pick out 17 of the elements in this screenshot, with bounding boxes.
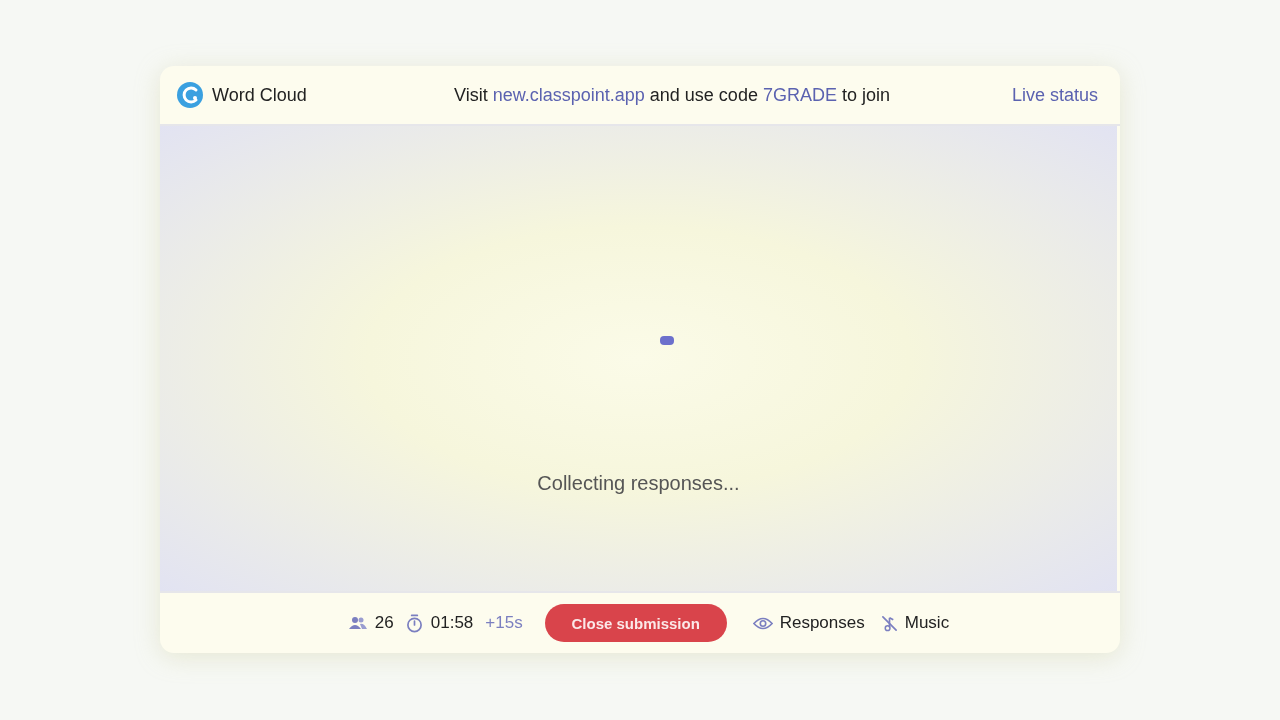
music-button[interactable]: Music (876, 613, 954, 633)
music-off-icon (880, 614, 898, 632)
extra-time-button[interactable]: +15s (485, 613, 523, 633)
join-link[interactable]: new.classpoint.app (492, 84, 645, 105)
participant-count: 26 (374, 613, 394, 633)
status-message: Collecting responses... (537, 472, 740, 495)
loading-indicator (660, 336, 674, 345)
join-instructions: Visit new.classpoint.app and use code 7GRADE to join (453, 84, 891, 106)
people-icon (348, 616, 367, 630)
logo-icon (176, 81, 204, 109)
stopwatch-icon (405, 613, 423, 633)
responses-button[interactable]: Responses (748, 613, 869, 633)
live-status-link[interactable]: Live status (948, 84, 1098, 106)
eye-icon (752, 616, 773, 630)
close-submission-button[interactable]: Close submission (544, 604, 727, 642)
app-title: Word Cloud (212, 84, 307, 106)
timer: 01:58 (430, 613, 474, 633)
